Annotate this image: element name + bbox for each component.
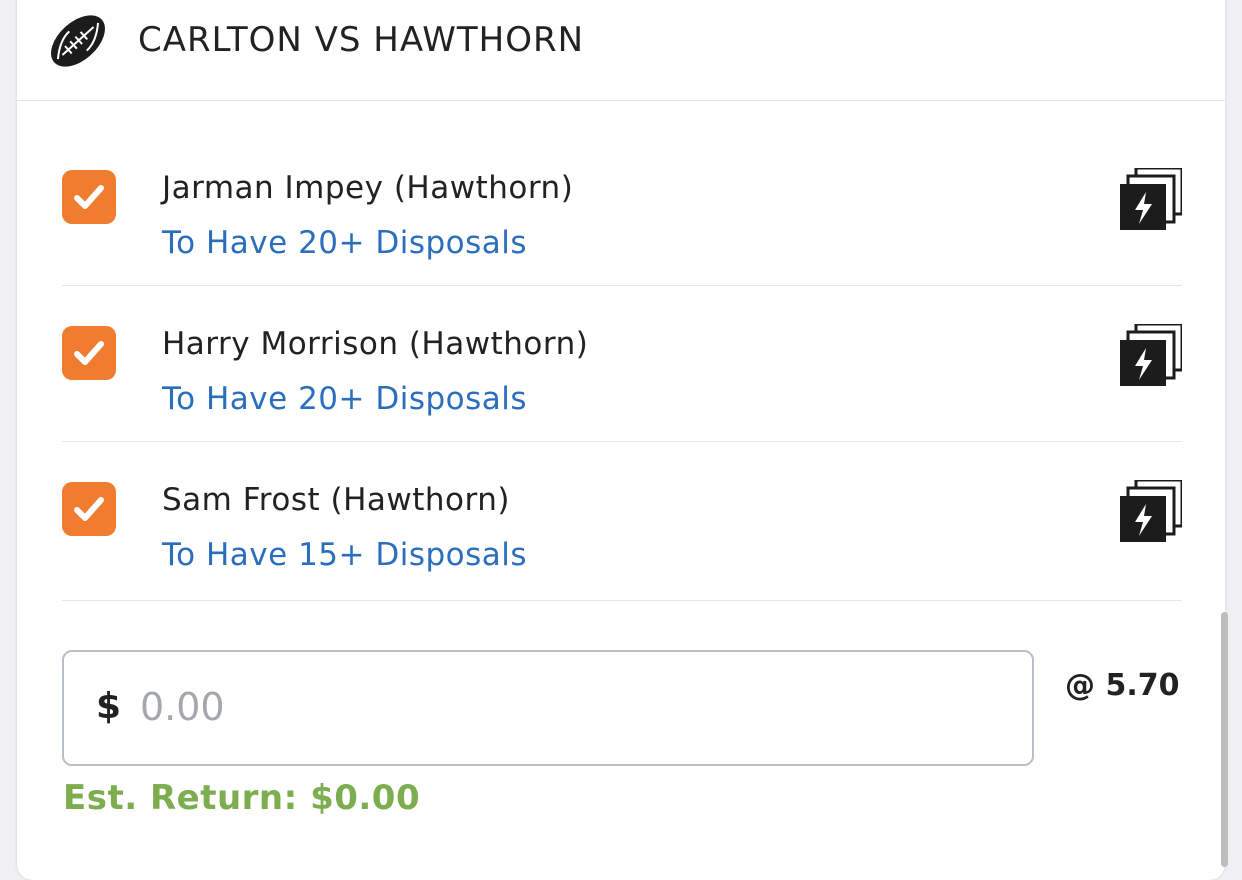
stake-input[interactable]	[138, 676, 1002, 738]
bet-slip-card: CARLTON VS HAWTHORN Jarman Impey (Hawtho…	[17, 0, 1225, 880]
combined-odds: @ 5.70	[1065, 668, 1180, 703]
leg-player-name: Harry Morrison (Hawthorn)	[162, 326, 589, 362]
leg-checkbox[interactable]	[62, 326, 116, 380]
leg-checkbox[interactable]	[62, 170, 116, 224]
bet-leg: Harry Morrison (Hawthorn) To Have 20+ Di…	[62, 286, 1182, 442]
match-header: CARLTON VS HAWTHORN	[17, 0, 1225, 101]
bet-leg: Sam Frost (Hawthorn) To Have 15+ Disposa…	[62, 442, 1182, 601]
football-icon	[51, 15, 105, 67]
leg-player-name: Sam Frost (Hawthorn)	[162, 482, 510, 518]
same-game-multi-icon[interactable]	[1120, 168, 1182, 230]
checkmark-icon	[74, 341, 104, 365]
currency-symbol: $	[96, 686, 122, 727]
bet-leg: Jarman Impey (Hawthorn) To Have 20+ Disp…	[62, 130, 1182, 286]
stake-input-box[interactable]: $	[62, 650, 1034, 766]
leg-market-link[interactable]: To Have 15+ Disposals	[162, 537, 527, 573]
leg-player-name: Jarman Impey (Hawthorn)	[162, 170, 574, 206]
estimated-return: Est. Return: $0.00	[63, 778, 421, 818]
match-title: CARLTON VS HAWTHORN	[138, 20, 585, 60]
leg-market-link[interactable]: To Have 20+ Disposals	[162, 381, 527, 417]
same-game-multi-icon[interactable]	[1120, 480, 1182, 542]
scrollbar[interactable]	[1221, 612, 1228, 867]
leg-checkbox[interactable]	[62, 482, 116, 536]
checkmark-icon	[74, 497, 104, 521]
checkmark-icon	[74, 185, 104, 209]
leg-market-link[interactable]: To Have 20+ Disposals	[162, 225, 527, 261]
same-game-multi-icon[interactable]	[1120, 324, 1182, 386]
